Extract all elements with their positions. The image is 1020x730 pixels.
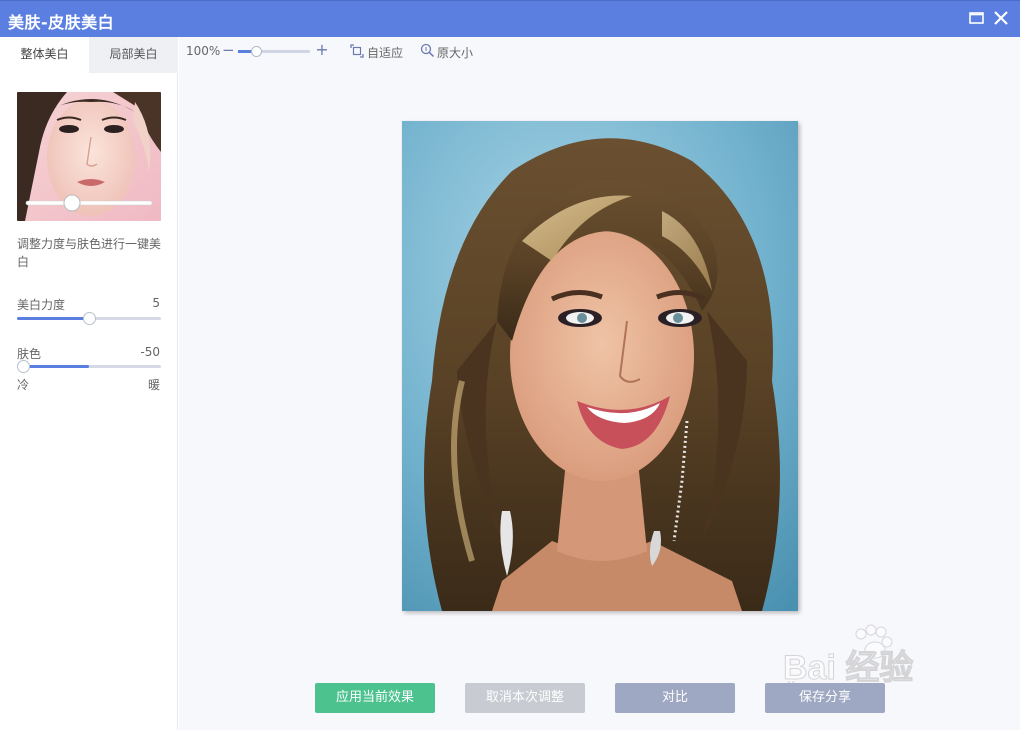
tab-local-whitening[interactable]: 局部美白	[89, 37, 178, 73]
strength-slider-handle[interactable]	[83, 312, 96, 325]
original-size-button[interactable]: 原大小	[420, 43, 473, 61]
strength-label: 美白力度	[17, 298, 66, 312]
tone-warm-label: 暖	[147, 378, 160, 392]
fit-icon	[349, 43, 365, 62]
zoom-slider-handle[interactable]	[251, 46, 262, 57]
fit-label: 自适应	[367, 46, 404, 60]
zoom-toolbar: 100% − + 自适应 原大小	[179, 37, 1020, 67]
maximize-icon[interactable]	[966, 7, 988, 29]
effect-preview-thumbnail	[17, 92, 161, 221]
tone-slider-handle[interactable]	[17, 360, 30, 373]
tab-global-whitening[interactable]: 整体美白	[0, 37, 89, 73]
edited-photo[interactable]	[402, 121, 798, 611]
title-bar: 美肤-皮肤美白	[0, 0, 1020, 37]
cancel-adjustment-button[interactable]: 取消本次调整	[465, 683, 585, 713]
zoom-slider[interactable]	[238, 46, 310, 57]
fit-to-window-button[interactable]: 自适应	[349, 43, 403, 62]
zoom-percent: 100%	[186, 44, 221, 58]
tone-slider[interactable]	[17, 360, 161, 373]
strength-slider-fill	[17, 317, 89, 320]
tone-cool-label: 冷	[17, 378, 30, 392]
zoom-out-icon[interactable]: −	[222, 41, 235, 59]
save-share-button[interactable]: 保存分享	[765, 683, 885, 713]
tab-bar: 整体美白 局部美白	[0, 37, 178, 73]
apply-effect-button[interactable]: 应用当前效果	[315, 683, 435, 713]
watermark-text: Bai 经验	[782, 649, 914, 688]
window-title: 美肤-皮肤美白	[8, 13, 115, 32]
original-size-label: 原大小	[437, 45, 474, 60]
compare-button[interactable]: 对比	[615, 683, 735, 713]
magnifier-icon	[420, 43, 435, 61]
description-text: 调整力度与肤色进行一键美白	[17, 237, 162, 269]
sidebar: 整体美白 局部美白 调整力度与肤色进行一键美白 美白力度 5 肤色 -50 冷 …	[0, 37, 178, 730]
baidu-jingyan-watermark: Bai 经验 jingyan	[782, 622, 983, 697]
tone-value: -50	[140, 345, 160, 359]
strength-value: 5	[152, 296, 160, 310]
main-canvas-area: 100% − + 自适应 原大小 Bai 经验 应用当前效果 取消本次调整 对比…	[179, 37, 1020, 730]
close-icon[interactable]	[990, 7, 1012, 29]
strength-slider[interactable]	[17, 312, 161, 325]
zoom-in-icon[interactable]: +	[315, 40, 329, 59]
